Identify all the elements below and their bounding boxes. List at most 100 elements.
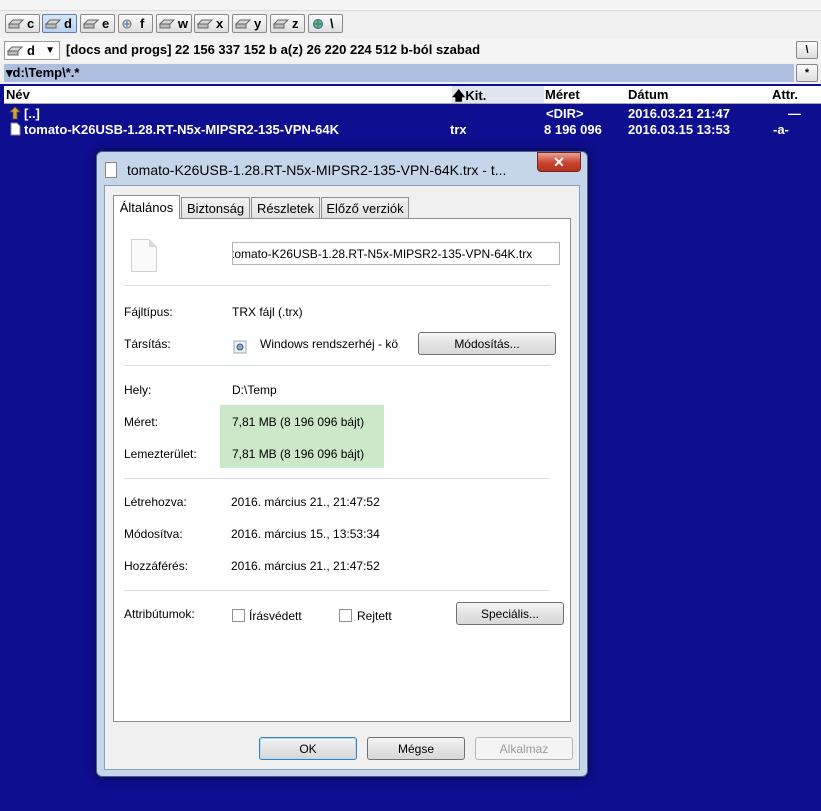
- column-date[interactable]: Dátum: [628, 87, 668, 102]
- size-value: 7,81 MB (8 196 096 bájt): [232, 415, 365, 429]
- advanced-button[interactable]: Speciális...: [456, 602, 564, 625]
- file-size: 8 196 096: [544, 122, 602, 137]
- root-button[interactable]: \: [796, 41, 818, 59]
- cancel-button[interactable]: Mégse: [367, 737, 465, 760]
- disk-size-label: Lemezterület:: [124, 447, 197, 461]
- drive-icon: [45, 19, 61, 28]
- drive-label: \: [330, 16, 334, 31]
- file-icon: [10, 122, 21, 139]
- drive-button-x[interactable]: x: [194, 14, 229, 33]
- drive-label: f: [140, 16, 145, 31]
- tab-security[interactable]: Biztonság: [181, 197, 250, 218]
- size-label: Méret:: [124, 415, 159, 429]
- tab-previous-versions[interactable]: Előző verziók: [321, 197, 409, 218]
- modified-label: Módosítva:: [124, 527, 183, 541]
- separator: [124, 365, 550, 366]
- type-label: Fájltípus:: [124, 305, 173, 319]
- close-icon: ✕: [553, 153, 565, 170]
- modified-value: 2016. március 15., 13:53:34: [231, 527, 380, 541]
- assoc-value: Windows rendszerhéj - kö: [260, 337, 399, 351]
- drive-label: e: [102, 16, 110, 31]
- assoc-label: Társítás:: [124, 337, 171, 351]
- drive-button-f[interactable]: f: [118, 14, 153, 33]
- readonly-checkbox[interactable]: [232, 609, 245, 622]
- properties-dialog: tomato-K26USB-1.28.RT-N5x-MIPSR2-135-VPN…: [96, 151, 588, 777]
- type-value: TRX fájl (.trx): [232, 305, 303, 319]
- drive-bar: c d e f w x y z \: [0, 12, 821, 36]
- tab-general[interactable]: Általános: [113, 195, 180, 219]
- drive-button-network[interactable]: \: [308, 14, 343, 33]
- drive-label: y: [254, 16, 262, 31]
- apply-button[interactable]: Alkalmaz: [475, 737, 573, 760]
- filter-button[interactable]: *: [796, 64, 818, 82]
- filename-field[interactable]: tomato-K26USB-1.28.RT-N5x-MIPSR2-135-VPN…: [232, 242, 560, 265]
- current-path[interactable]: ▾d:\Temp\*.*: [4, 64, 794, 82]
- created-value: 2016. március 21., 21:47:52: [231, 495, 380, 509]
- disk-size-value: 7,81 MB (8 196 096 bájt): [232, 447, 365, 461]
- column-ext-label: Kit.: [465, 88, 487, 103]
- dialog-title: tomato-K26USB-1.28.RT-N5x-MIPSR2-135-VPN…: [127, 162, 507, 178]
- drive-selector-value: d: [27, 43, 35, 58]
- drive-icon: [159, 19, 175, 28]
- file-icon: [131, 239, 157, 272]
- top-strip: [0, 0, 821, 11]
- drive-button-c[interactable]: c: [5, 14, 40, 33]
- drive-button-e[interactable]: e: [80, 14, 115, 33]
- hidden-checkbox[interactable]: [339, 609, 352, 622]
- dialog-title-bar[interactable]: tomato-K26USB-1.28.RT-N5x-MIPSR2-135-VPN…: [105, 159, 527, 181]
- drive-button-z[interactable]: z: [270, 14, 305, 33]
- close-button[interactable]: ✕: [537, 152, 581, 172]
- drive-icon: [273, 19, 289, 28]
- readonly-label: Írásvédett: [249, 609, 302, 623]
- drive-label: d: [64, 16, 72, 31]
- file-name: tomato-K26USB-1.28.RT-N5x-MIPSR2-135-VPN…: [24, 122, 339, 137]
- file-row[interactable]: tomato-K26USB-1.28.RT-N5x-MIPSR2-135-VPN…: [6, 122, 821, 137]
- drive-button-y[interactable]: y: [232, 14, 267, 33]
- dialog-body: Általános Biztonság Részletek Előző verz…: [104, 185, 580, 770]
- column-ext[interactable]: 🡅Kit.: [452, 86, 544, 103]
- separator: [124, 478, 550, 479]
- separator: [124, 590, 550, 591]
- sort-arrow-icon: 🡅: [452, 88, 466, 103]
- column-name[interactable]: Név: [6, 87, 30, 102]
- accessed-label: Hozzáférés:: [124, 559, 189, 573]
- file-date: 2016.03.15 13:53: [628, 122, 730, 137]
- file-ext: trx: [450, 122, 467, 137]
- location-label: Hely:: [124, 383, 152, 397]
- drive-label: w: [177, 16, 188, 31]
- drive-icon: [197, 19, 213, 28]
- file-attr: -a-: [773, 122, 789, 137]
- filename-value: tomato-K26USB-1.28.RT-N5x-MIPSR2-135-VPN…: [232, 246, 533, 261]
- hidden-label: Rejtett: [357, 609, 392, 623]
- drive-selector[interactable]: d ▼: [4, 41, 60, 60]
- attributes-label: Attribútumok:: [124, 607, 195, 621]
- change-button[interactable]: Módosítás...: [418, 332, 556, 355]
- drive-icon: [8, 19, 24, 28]
- column-size[interactable]: Méret: [545, 87, 580, 102]
- separator: [124, 285, 550, 286]
- column-header: Név 🡅Kit. Méret Dátum Attr.: [4, 86, 821, 104]
- tab-page-general: tomato-K26USB-1.28.RT-N5x-MIPSR2-135-VPN…: [113, 218, 571, 722]
- file-icon: [105, 162, 117, 178]
- drive-button-w[interactable]: w: [156, 14, 192, 33]
- drive-icon: [83, 19, 99, 28]
- ok-button[interactable]: OK: [259, 737, 357, 760]
- drive-label: c: [27, 16, 35, 31]
- created-label: Létrehozva:: [124, 495, 187, 509]
- drive-label: z: [292, 16, 299, 31]
- free-space-info: [docs and progs] 22 156 337 152 b a(z) 2…: [66, 42, 481, 57]
- file-row[interactable]: [..] <DIR> 2016.03.21 21:47 —: [6, 106, 821, 121]
- location-value: D:\Temp: [232, 383, 277, 397]
- drive-info-bar: d ▼ [docs and progs] 22 156 337 152 b a(…: [0, 38, 821, 62]
- drive-button-d[interactable]: d: [42, 14, 77, 33]
- chevron-down-icon[interactable]: ▼: [45, 45, 55, 56]
- tab-details[interactable]: Részletek: [251, 197, 320, 218]
- file-size: <DIR>: [546, 106, 584, 121]
- drive-icon: [7, 46, 23, 55]
- network-drive-icon: [122, 19, 132, 28]
- globe-icon: [313, 18, 323, 29]
- drive-icon: [235, 19, 251, 28]
- drive-label: x: [216, 16, 224, 31]
- file-attr: —: [788, 106, 801, 121]
- column-attr[interactable]: Attr.: [772, 87, 798, 102]
